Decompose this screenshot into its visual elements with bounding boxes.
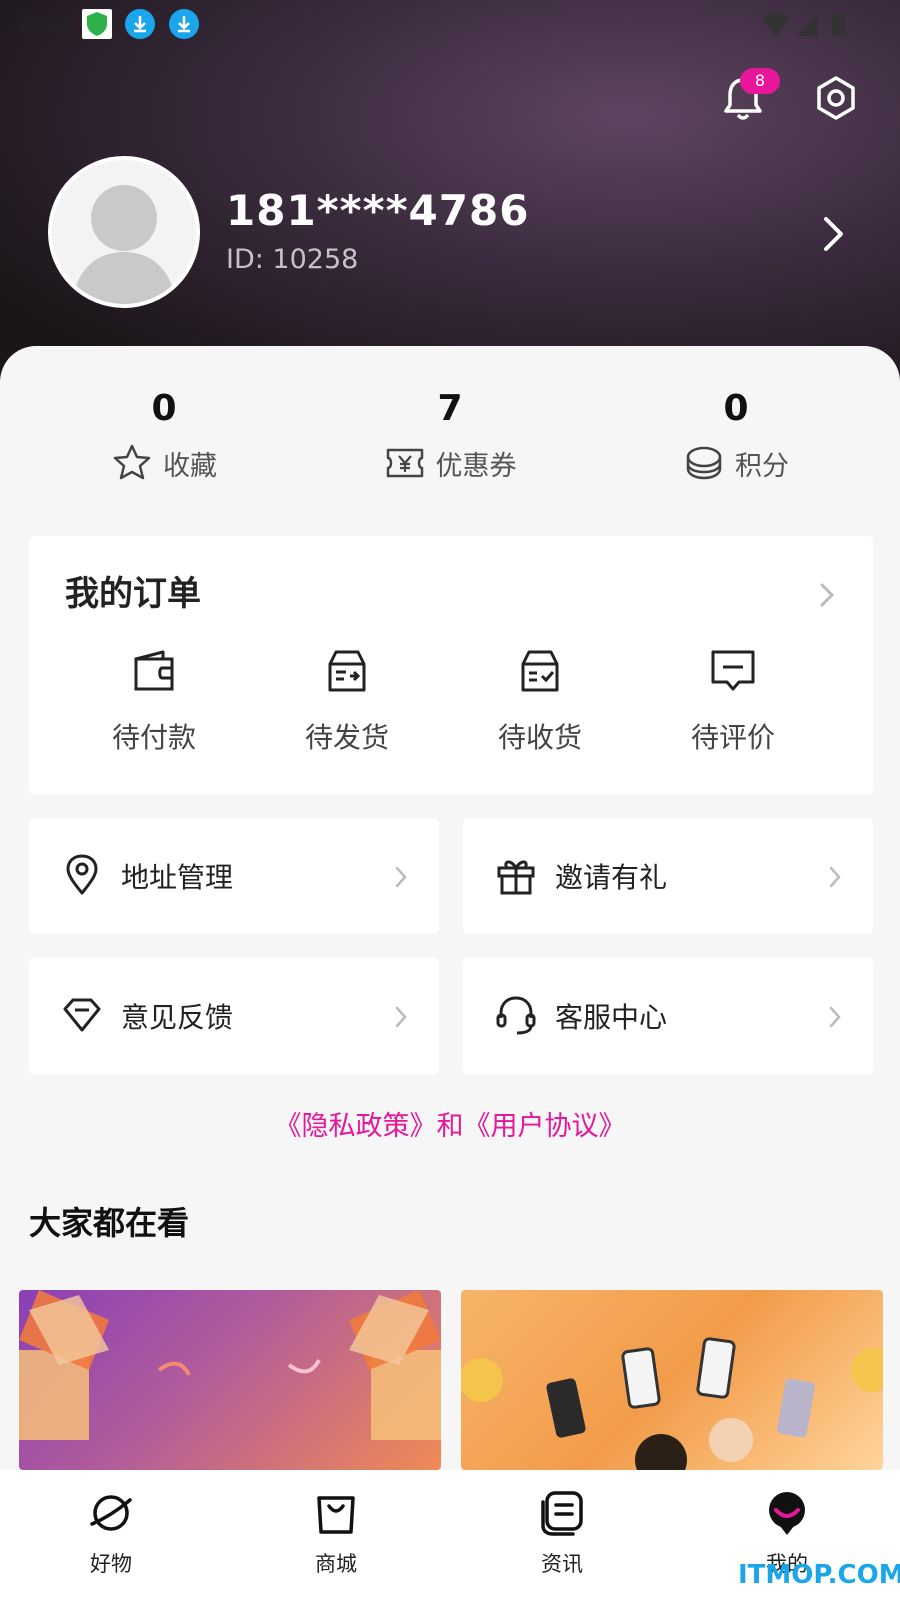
username: 181****4786	[226, 186, 530, 235]
settings-icon[interactable]	[812, 74, 860, 122]
battery-icon	[832, 14, 846, 36]
chevron-right-icon	[395, 866, 407, 888]
customer-service-tile[interactable]: 客服中心	[463, 958, 873, 1074]
order-label: 待评价	[690, 721, 775, 754]
banner-image[interactable]	[461, 1290, 883, 1470]
location-icon	[66, 854, 98, 895]
my-orders-card: 我的订单 待付款 待发货 待收货 待评价	[29, 536, 873, 794]
avatar[interactable]	[48, 156, 200, 308]
tile-label: 客服中心	[555, 1001, 668, 1034]
order-pending-shipment[interactable]: 待发货	[272, 646, 422, 756]
download-icon	[169, 9, 199, 39]
notification-badge: 8	[740, 68, 780, 94]
privacy-policy-link[interactable]: 《隐私政策》和《用户协议》	[0, 1104, 900, 1143]
chevron-right-icon[interactable]	[818, 214, 848, 254]
status-bar: 2:43	[0, 0, 900, 48]
tile-label: 邀请有礼	[555, 861, 668, 894]
user-id: ID: 10258	[226, 244, 359, 275]
stat-coupons[interactable]: 7 优惠券	[320, 388, 580, 484]
download-icon	[125, 9, 155, 39]
banner-image[interactable]	[19, 1290, 441, 1470]
tab-goods[interactable]: 好物	[51, 1488, 171, 1578]
planet-icon	[90, 1495, 132, 1531]
watermark: ITMOP.COM	[738, 1560, 900, 1590]
stat-label: 积分	[735, 450, 789, 482]
comment-icon	[711, 650, 755, 691]
stat-favorites[interactable]: 0 收藏	[34, 388, 294, 484]
profile-icon	[769, 1492, 805, 1535]
stat-value: 0	[151, 388, 177, 429]
tab-label: 商城	[315, 1552, 357, 1576]
stat-label: 优惠券	[435, 450, 517, 482]
stat-value: 7	[437, 388, 463, 429]
shopping-bag-icon	[317, 1496, 355, 1534]
order-pending-payment[interactable]: 待付款	[79, 646, 229, 756]
tile-label: 意见反馈	[121, 1001, 234, 1034]
order-pending-review[interactable]: 待评价	[658, 646, 808, 756]
status-time: 2:43	[16, 8, 75, 38]
tile-label: 地址管理	[121, 861, 234, 894]
coupon-icon	[386, 448, 423, 478]
system-status-icons	[760, 10, 860, 44]
section-title: 大家都在看	[29, 1204, 190, 1242]
chevron-right-icon[interactable]	[817, 580, 837, 610]
shield-icon	[82, 9, 112, 39]
chevron-right-icon	[395, 1006, 407, 1028]
address-management-tile[interactable]: 地址管理	[29, 818, 439, 934]
wifi-icon	[762, 13, 790, 36]
tab-label: 好物	[90, 1552, 132, 1576]
feedback-tile[interactable]: 意见反馈	[29, 958, 439, 1074]
order-label: 待付款	[111, 721, 196, 754]
stat-label: 收藏	[163, 450, 217, 482]
order-label: 待收货	[497, 721, 582, 754]
order-label: 待发货	[304, 721, 389, 754]
gift-icon	[497, 860, 535, 895]
star-icon	[113, 444, 151, 480]
stat-value: 0	[723, 388, 749, 429]
headset-icon	[496, 996, 536, 1035]
tab-news[interactable]: 资讯	[502, 1488, 622, 1578]
ship-box-icon	[328, 650, 366, 692]
chevron-right-icon	[829, 866, 841, 888]
points-icon	[686, 446, 722, 480]
receive-box-icon	[521, 650, 559, 692]
wallet-icon	[134, 650, 174, 691]
news-icon	[541, 1491, 583, 1536]
order-pending-receipt[interactable]: 待收货	[465, 646, 615, 756]
chevron-right-icon	[829, 1006, 841, 1028]
invite-gift-tile[interactable]: 邀请有礼	[463, 818, 873, 934]
signal-icon	[796, 14, 818, 36]
diamond-icon	[63, 998, 101, 1032]
stat-points[interactable]: 0 积分	[606, 388, 866, 484]
orders-title: 我的订单	[65, 574, 201, 614]
tab-label: 资讯	[541, 1552, 583, 1576]
tab-mall[interactable]: 商城	[276, 1488, 396, 1578]
